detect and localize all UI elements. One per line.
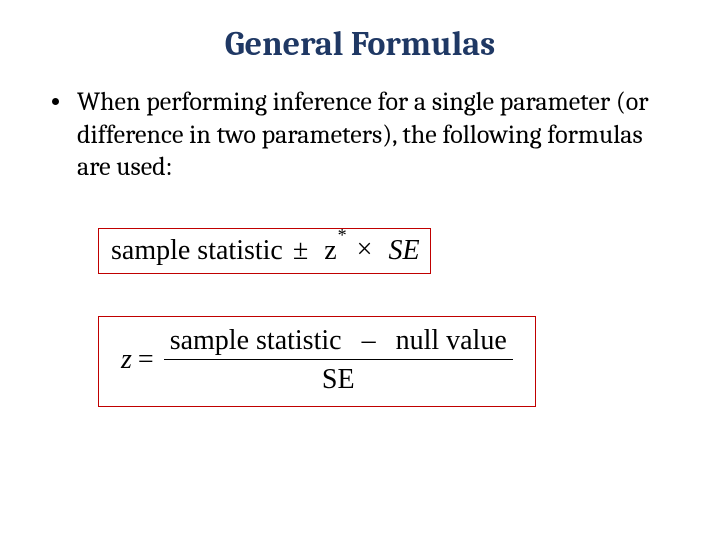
- formula-confidence-interval: sample statistic ± z * × SE: [98, 228, 431, 274]
- z-equation: z = sample statistic – null value SE: [121, 325, 513, 397]
- plus-minus-symbol: ±: [293, 235, 308, 267]
- star-superscript: *: [338, 225, 347, 246]
- formula-area: sample statistic ± z * × SE z = sample s…: [40, 228, 680, 408]
- bullet-item: When performing inference for a single p…: [40, 86, 680, 184]
- num-samplestat: sample statistic: [170, 325, 342, 356]
- minus-symbol: –: [362, 325, 376, 356]
- fraction-numerator: sample statistic – null value: [164, 325, 513, 359]
- equals-symbol: =: [138, 344, 154, 376]
- bullet-text: When performing inference for a single p…: [77, 86, 680, 184]
- z-variable: z: [121, 344, 132, 376]
- se-text: SE: [388, 235, 419, 267]
- slide: General Formulas When performing inferen…: [0, 0, 720, 540]
- times-symbol: ×: [357, 234, 373, 266]
- bullet-dot-icon: [52, 98, 59, 105]
- fraction: sample statistic – null value SE: [164, 325, 513, 397]
- slide-title: General Formulas: [40, 24, 680, 64]
- fraction-denominator: SE: [322, 360, 355, 396]
- formula-text-samplestat: sample statistic: [111, 235, 283, 267]
- formula-z-score: z = sample statistic – null value SE: [98, 316, 536, 408]
- z-letter: z: [324, 235, 336, 266]
- num-nullvalue: null value: [396, 325, 507, 356]
- z-star: z *: [324, 235, 336, 267]
